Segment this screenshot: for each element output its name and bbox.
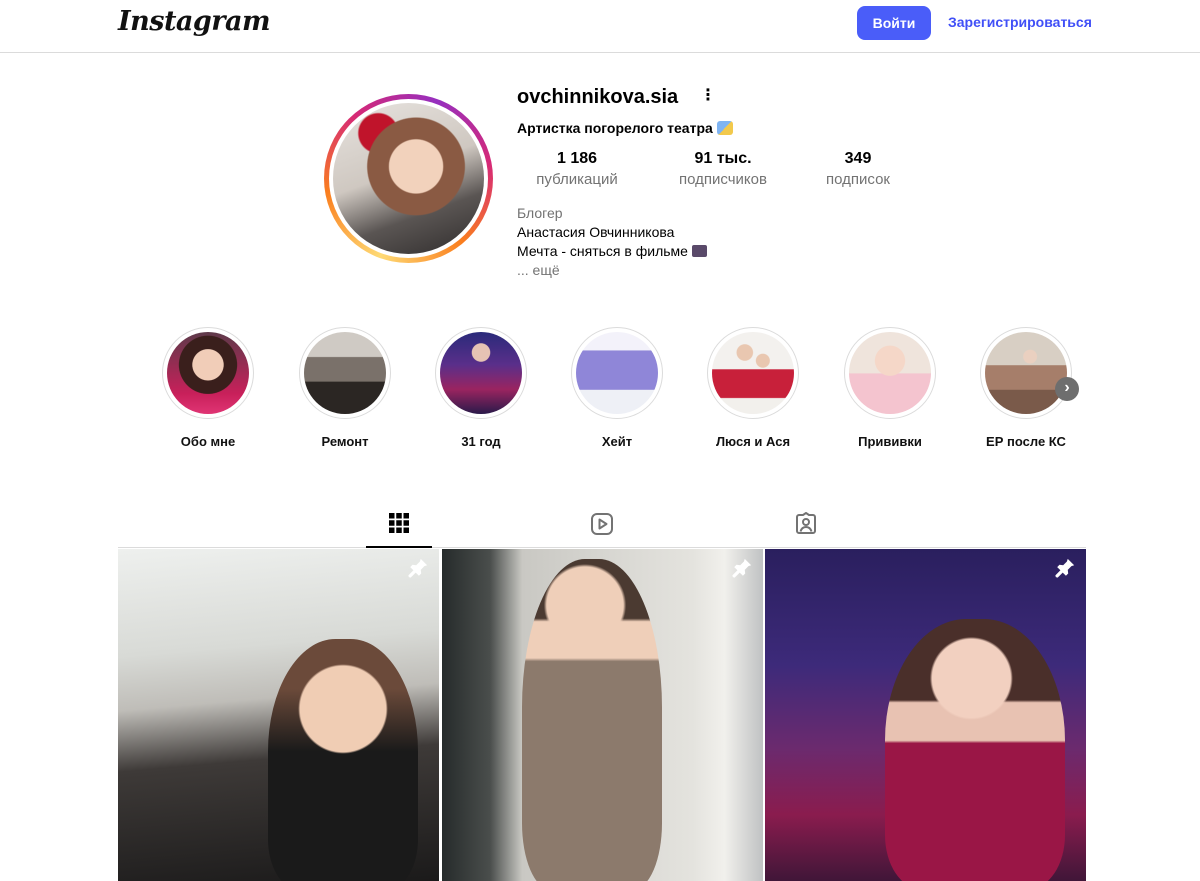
bio-full-name: Анастасия Овчинникова: [517, 224, 675, 240]
highlight-label: ЕР после КС: [986, 434, 1066, 449]
pinned-icon: [408, 558, 428, 578]
stat-value: 91 тыс.: [694, 150, 752, 167]
post-tile[interactable]: [118, 549, 439, 881]
stat-label: подписчиков: [679, 171, 767, 188]
stat-followers[interactable]: 91 тыс. подписчиков: [670, 150, 776, 188]
login-button[interactable]: Войти: [857, 6, 931, 40]
grid-icon: [389, 513, 409, 533]
stat-label: подписок: [826, 171, 890, 188]
tab-tagged[interactable]: [773, 508, 839, 548]
reels-icon: [591, 513, 613, 535]
profile-tagline: Артистка погорелого театра: [517, 120, 733, 136]
highlight-cover: [167, 332, 249, 414]
tagged-icon: [796, 512, 816, 534]
highlight-cover: [576, 332, 658, 414]
stat-label: публикаций: [536, 171, 618, 188]
pinned-icon: [732, 558, 752, 578]
highlight-label: Ремонт: [321, 434, 369, 449]
movie-camera-icon: [691, 245, 707, 257]
highlights-next-button[interactable]: ›: [1055, 377, 1079, 401]
post-photo: [522, 559, 662, 881]
theater-masks-icon: [716, 121, 733, 135]
profile-username: ovchinnikova.sia: [517, 86, 679, 108]
top-bar: Instagram Войти Зарегистрироваться: [0, 0, 1200, 53]
highlight-31-god[interactable]: 31 год: [421, 327, 541, 449]
stat-following[interactable]: 349 подписок: [818, 150, 898, 188]
bio-more-link[interactable]: ... ещё: [517, 262, 560, 278]
highlight-privivki[interactable]: Прививки: [830, 327, 950, 449]
highlight-label: Хейт: [601, 434, 633, 449]
post-photo: [885, 619, 1065, 881]
avatar-photo: [333, 103, 484, 254]
tab-posts[interactable]: [366, 508, 432, 548]
post-tile[interactable]: [765, 549, 1086, 881]
highlight-cover: [849, 332, 931, 414]
highlight-label: Обо мне: [180, 434, 236, 449]
more-options-icon[interactable]: ⋮: [700, 86, 716, 106]
highlight-cover: [985, 332, 1067, 414]
highlight-cover: [304, 332, 386, 414]
post-photo: [268, 639, 418, 881]
pinned-icon: [1055, 558, 1075, 578]
highlight-cover: [712, 332, 794, 414]
bio-category: Блогер: [517, 205, 563, 221]
instagram-logo[interactable]: Instagram: [118, 6, 271, 37]
highlight-heit[interactable]: Хейт: [557, 327, 677, 449]
stat-posts: 1 186 публикаций: [526, 150, 628, 188]
highlight-lyusya-i-asya[interactable]: Люся и Ася: [693, 327, 813, 449]
stat-value: 349: [844, 150, 872, 167]
highlight-remont[interactable]: Ремонт: [285, 327, 405, 449]
highlight-label: Люся и Ася: [715, 434, 791, 449]
highlight-obo-mne[interactable]: Обо мне: [148, 327, 268, 449]
signup-link[interactable]: Зарегистрироваться: [948, 14, 1092, 30]
tab-reels[interactable]: [569, 508, 635, 548]
profile-avatar[interactable]: [324, 94, 493, 263]
highlight-cover: [440, 332, 522, 414]
bio-dream: Мечта - сняться в фильме: [517, 243, 707, 259]
post-tile[interactable]: [442, 549, 763, 881]
highlight-label: 31 год: [461, 434, 501, 449]
highlight-label: Прививки: [858, 434, 922, 449]
stat-value: 1 186: [556, 150, 598, 167]
